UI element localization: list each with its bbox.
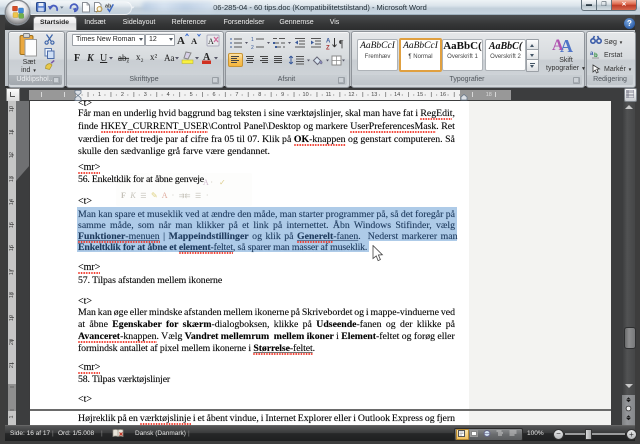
svg-text:x₂: x₂ [136,52,144,62]
svg-text:A: A [177,35,185,47]
svg-text:Z: Z [326,46,330,51]
svg-text:F: F [74,53,80,64]
svg-text:K: K [86,53,95,64]
svg-text:1: 1 [251,37,254,43]
svg-text:U: U [100,53,108,64]
svg-text:A: A [208,37,214,46]
svg-text:A: A [560,36,573,56]
svg-text:abᵪ: abᵪ [118,53,129,63]
svg-text:Aa: Aa [164,53,175,63]
svg-text:x²: x² [150,52,158,62]
svg-text:¶: ¶ [339,39,344,50]
svg-text:A: A [326,39,331,45]
svg-text:A: A [191,36,198,46]
svg-text:2: 2 [251,45,254,50]
